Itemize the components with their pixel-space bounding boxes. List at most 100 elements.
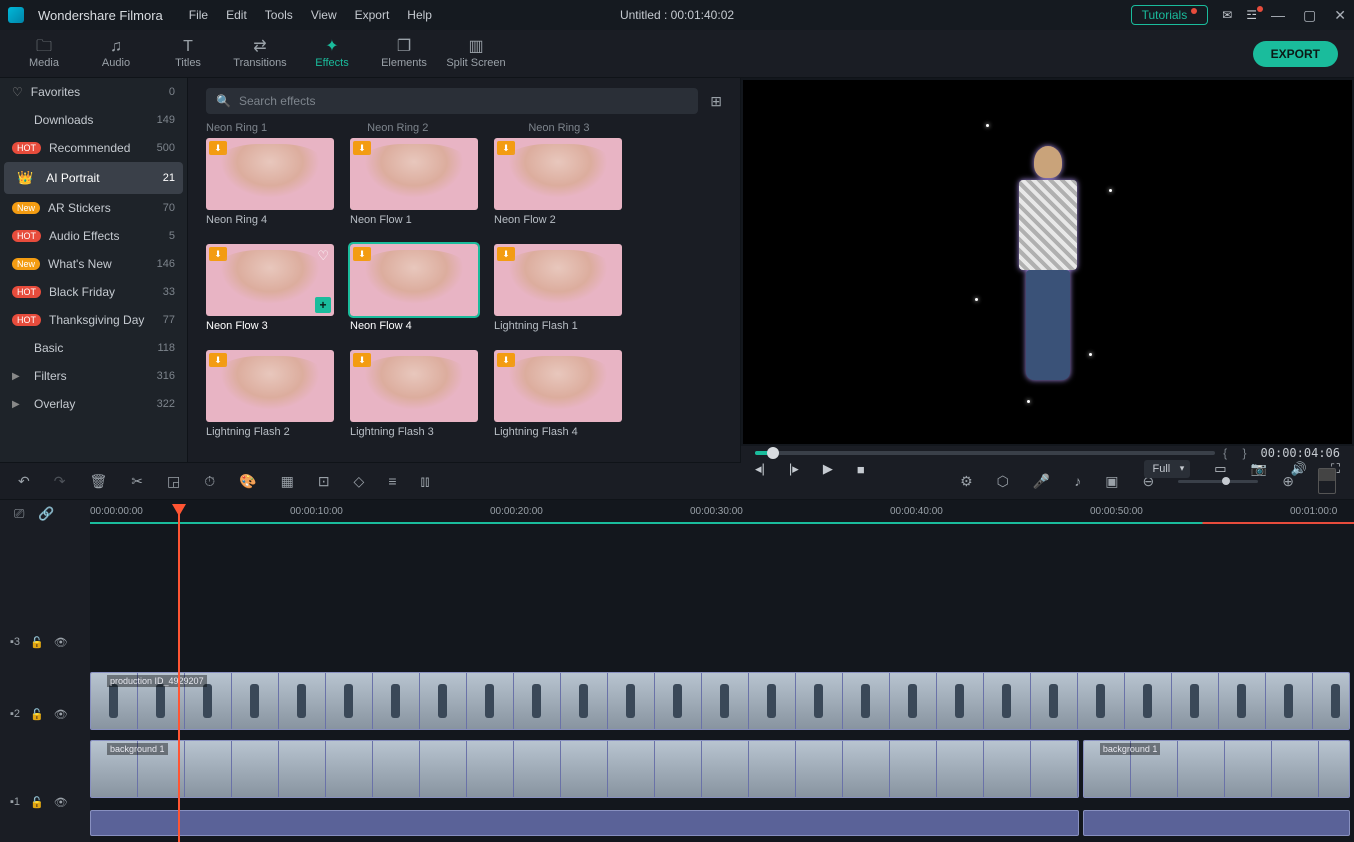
sidebar-item-filters[interactable]: ▶Filters316: [0, 362, 187, 390]
effects-sidebar[interactable]: ♡Favorites0Downloads149HOTRecommended500…: [0, 78, 188, 462]
zoom-in-icon[interactable]: ⊕: [1282, 473, 1294, 490]
menu-export[interactable]: Export: [355, 8, 390, 22]
nav-tab-elements[interactable]: ❐Elements: [368, 30, 440, 78]
next-frame-button[interactable]: |▸: [789, 461, 799, 477]
track-header-1[interactable]: ▪1🔓👁: [0, 788, 90, 816]
snapshot-icon[interactable]: 📷: [1251, 461, 1267, 477]
eye-icon[interactable]: 👁: [54, 636, 68, 649]
voiceover-icon[interactable]: 🎤: [1033, 473, 1050, 490]
link-toggle-icon[interactable]: 🔗: [38, 506, 54, 522]
sidebar-item-basic[interactable]: Basic118: [0, 334, 187, 362]
menu-tools[interactable]: Tools: [265, 8, 293, 22]
stop-button[interactable]: ■: [857, 462, 865, 477]
delete-icon[interactable]: 🗑: [89, 473, 107, 490]
effect-neon-flow-1[interactable]: ⬇ Neon Flow 1: [350, 138, 478, 226]
menu-file[interactable]: File: [189, 8, 208, 22]
minimize-icon[interactable]: —: [1271, 7, 1285, 24]
keyframe-icon[interactable]: ◇: [354, 473, 365, 490]
auto-ripple-toggle[interactable]: [1318, 468, 1336, 494]
nav-tab-transitions[interactable]: ⇄Transitions: [224, 30, 296, 78]
mail-icon[interactable]: ✉: [1222, 8, 1232, 22]
display-icon[interactable]: ▭: [1214, 461, 1226, 477]
crop-icon[interactable]: ◲: [167, 473, 180, 490]
track-header-2[interactable]: ▪2🔓👁: [0, 700, 90, 728]
clip-background-2[interactable]: ▶ background 1: [1083, 740, 1350, 798]
sidebar-item-audio-effects[interactable]: HOTAudio Effects5: [0, 222, 187, 250]
greenscreen-icon[interactable]: ▦: [281, 473, 294, 490]
lock-icon[interactable]: 🔓: [30, 708, 44, 721]
sidebar-item-recommended[interactable]: HOTRecommended500: [0, 134, 187, 162]
mark-in-out-icon[interactable]: { }: [1223, 446, 1252, 460]
sidebar-item-black-friday[interactable]: HOTBlack Friday33: [0, 278, 187, 306]
seek-thumb[interactable]: [767, 447, 779, 459]
grid-view-icon[interactable]: ⊞: [710, 93, 722, 110]
preview-video[interactable]: [743, 80, 1352, 444]
effect-lightning-flash-3[interactable]: ⬇ Lightning Flash 3: [350, 350, 478, 438]
marker-icon[interactable]: ⬡: [997, 473, 1009, 490]
prev-frame-button[interactable]: ◂|: [755, 461, 765, 477]
effect-lightning-flash-2[interactable]: ⬇ Lightning Flash 2: [206, 350, 334, 438]
effect-neon-flow-4[interactable]: ⬇ Neon Flow 4: [350, 244, 478, 332]
effect-lightning-flash-4[interactable]: ⬇ Lightning Flash 4: [494, 350, 622, 438]
search-placeholder: Search effects: [239, 94, 316, 108]
nav-tab-effects[interactable]: ✦Effects: [296, 30, 368, 78]
tasklist-icon[interactable]: ☲: [1246, 8, 1257, 22]
effect-neon-flow-2[interactable]: ⬇ Neon Flow 2: [494, 138, 622, 226]
eye-icon[interactable]: 👁: [54, 708, 68, 721]
collapse-sidebar-icon[interactable]: ◀: [187, 258, 188, 288]
menu-help[interactable]: Help: [407, 8, 432, 22]
clip-video[interactable]: ▶ production ID_4929207: [90, 672, 1350, 730]
sidebar-item-what-s-new[interactable]: NewWhat's New146: [0, 250, 187, 278]
manage-tracks-icon[interactable]: ⎚: [14, 506, 24, 522]
close-icon[interactable]: ✕: [1334, 7, 1346, 24]
lock-icon[interactable]: 🔓: [30, 636, 44, 649]
nav-tab-titles[interactable]: TTitles: [152, 30, 224, 78]
timeline-ruler[interactable]: 00:00:00:0000:00:10:0000:00:20:0000:00:3…: [90, 506, 1354, 530]
adjust-icon[interactable]: ≡: [388, 473, 396, 489]
clip-audio-1[interactable]: [90, 810, 1079, 836]
sidebar-item-ai-portrait[interactable]: 👑AI Portrait21: [4, 162, 183, 194]
tutorials-button[interactable]: Tutorials: [1131, 5, 1209, 25]
sidebar-item-favorites[interactable]: ♡Favorites0: [0, 78, 187, 106]
sidebar-item-thanksgiving-day[interactable]: HOTThanksgiving Day77: [0, 306, 187, 334]
split-icon[interactable]: ✂: [131, 473, 143, 490]
effect-neon-ring-4[interactable]: ⬇ Neon Ring 4: [206, 138, 334, 226]
sidebar-item-downloads[interactable]: Downloads149: [0, 106, 187, 134]
undo-icon[interactable]: ↶: [18, 473, 30, 490]
audio-mixer-icon[interactable]: ♪: [1074, 473, 1081, 489]
nav-tab-split-screen[interactable]: ▥Split Screen: [440, 30, 512, 78]
nav-tab-media[interactable]: 🗀Media: [8, 30, 80, 78]
seek-slider[interactable]: [755, 451, 1215, 455]
menu-view[interactable]: View: [311, 8, 337, 22]
speed-icon[interactable]: ⏱: [204, 473, 215, 490]
playhead[interactable]: [178, 504, 180, 842]
menu-edit[interactable]: Edit: [226, 8, 247, 22]
sidebar-item-ar-stickers[interactable]: NewAR Stickers70: [0, 194, 187, 222]
track-header-3[interactable]: ▪3🔓👁: [0, 628, 90, 656]
clip-audio-2[interactable]: [1083, 810, 1350, 836]
quality-select[interactable]: Full: [1144, 460, 1190, 478]
effect-neon-flow-3[interactable]: ⬇ ♡+ Neon Flow 3: [206, 244, 334, 332]
eye-icon[interactable]: 👁: [54, 796, 68, 809]
search-input[interactable]: 🔍 Search effects: [206, 88, 698, 114]
clip-background-1[interactable]: ▶ background 1: [90, 740, 1079, 798]
nav-tab-audio[interactable]: ♫Audio: [80, 30, 152, 78]
render-icon[interactable]: ⚙: [960, 473, 973, 490]
lock-icon[interactable]: 🔓: [30, 796, 44, 809]
media-icon: 🗀: [36, 39, 52, 55]
add-effect-button[interactable]: +: [315, 297, 331, 313]
favorite-icon[interactable]: ♡: [317, 248, 329, 264]
sidebar-item-overlay[interactable]: ▶Overlay322: [0, 390, 187, 418]
zoom-slider[interactable]: [1178, 480, 1258, 483]
play-button[interactable]: ▶: [823, 461, 833, 477]
maximize-icon[interactable]: ▢: [1303, 7, 1316, 24]
nav-tabs: 🗀Media♫AudioTTitles⇄Transitions✦Effects❐…: [0, 30, 1354, 78]
audio-wave-icon[interactable]: ⫾⫾: [421, 473, 430, 490]
effect-lightning-flash-1[interactable]: ⬇ Lightning Flash 1: [494, 244, 622, 332]
timeline[interactable]: ⎚ 🔗 ▪3🔓👁 ▪2🔓👁 ▪1🔓👁 00:00:00:0000:00:10:0…: [0, 500, 1354, 842]
color-icon[interactable]: 🎨: [239, 473, 256, 490]
export-button[interactable]: EXPORT: [1253, 41, 1338, 67]
motion-track-icon[interactable]: ⊡: [318, 473, 330, 490]
redo-icon[interactable]: ↷: [54, 473, 66, 490]
snap-icon[interactable]: ▣: [1105, 473, 1118, 490]
